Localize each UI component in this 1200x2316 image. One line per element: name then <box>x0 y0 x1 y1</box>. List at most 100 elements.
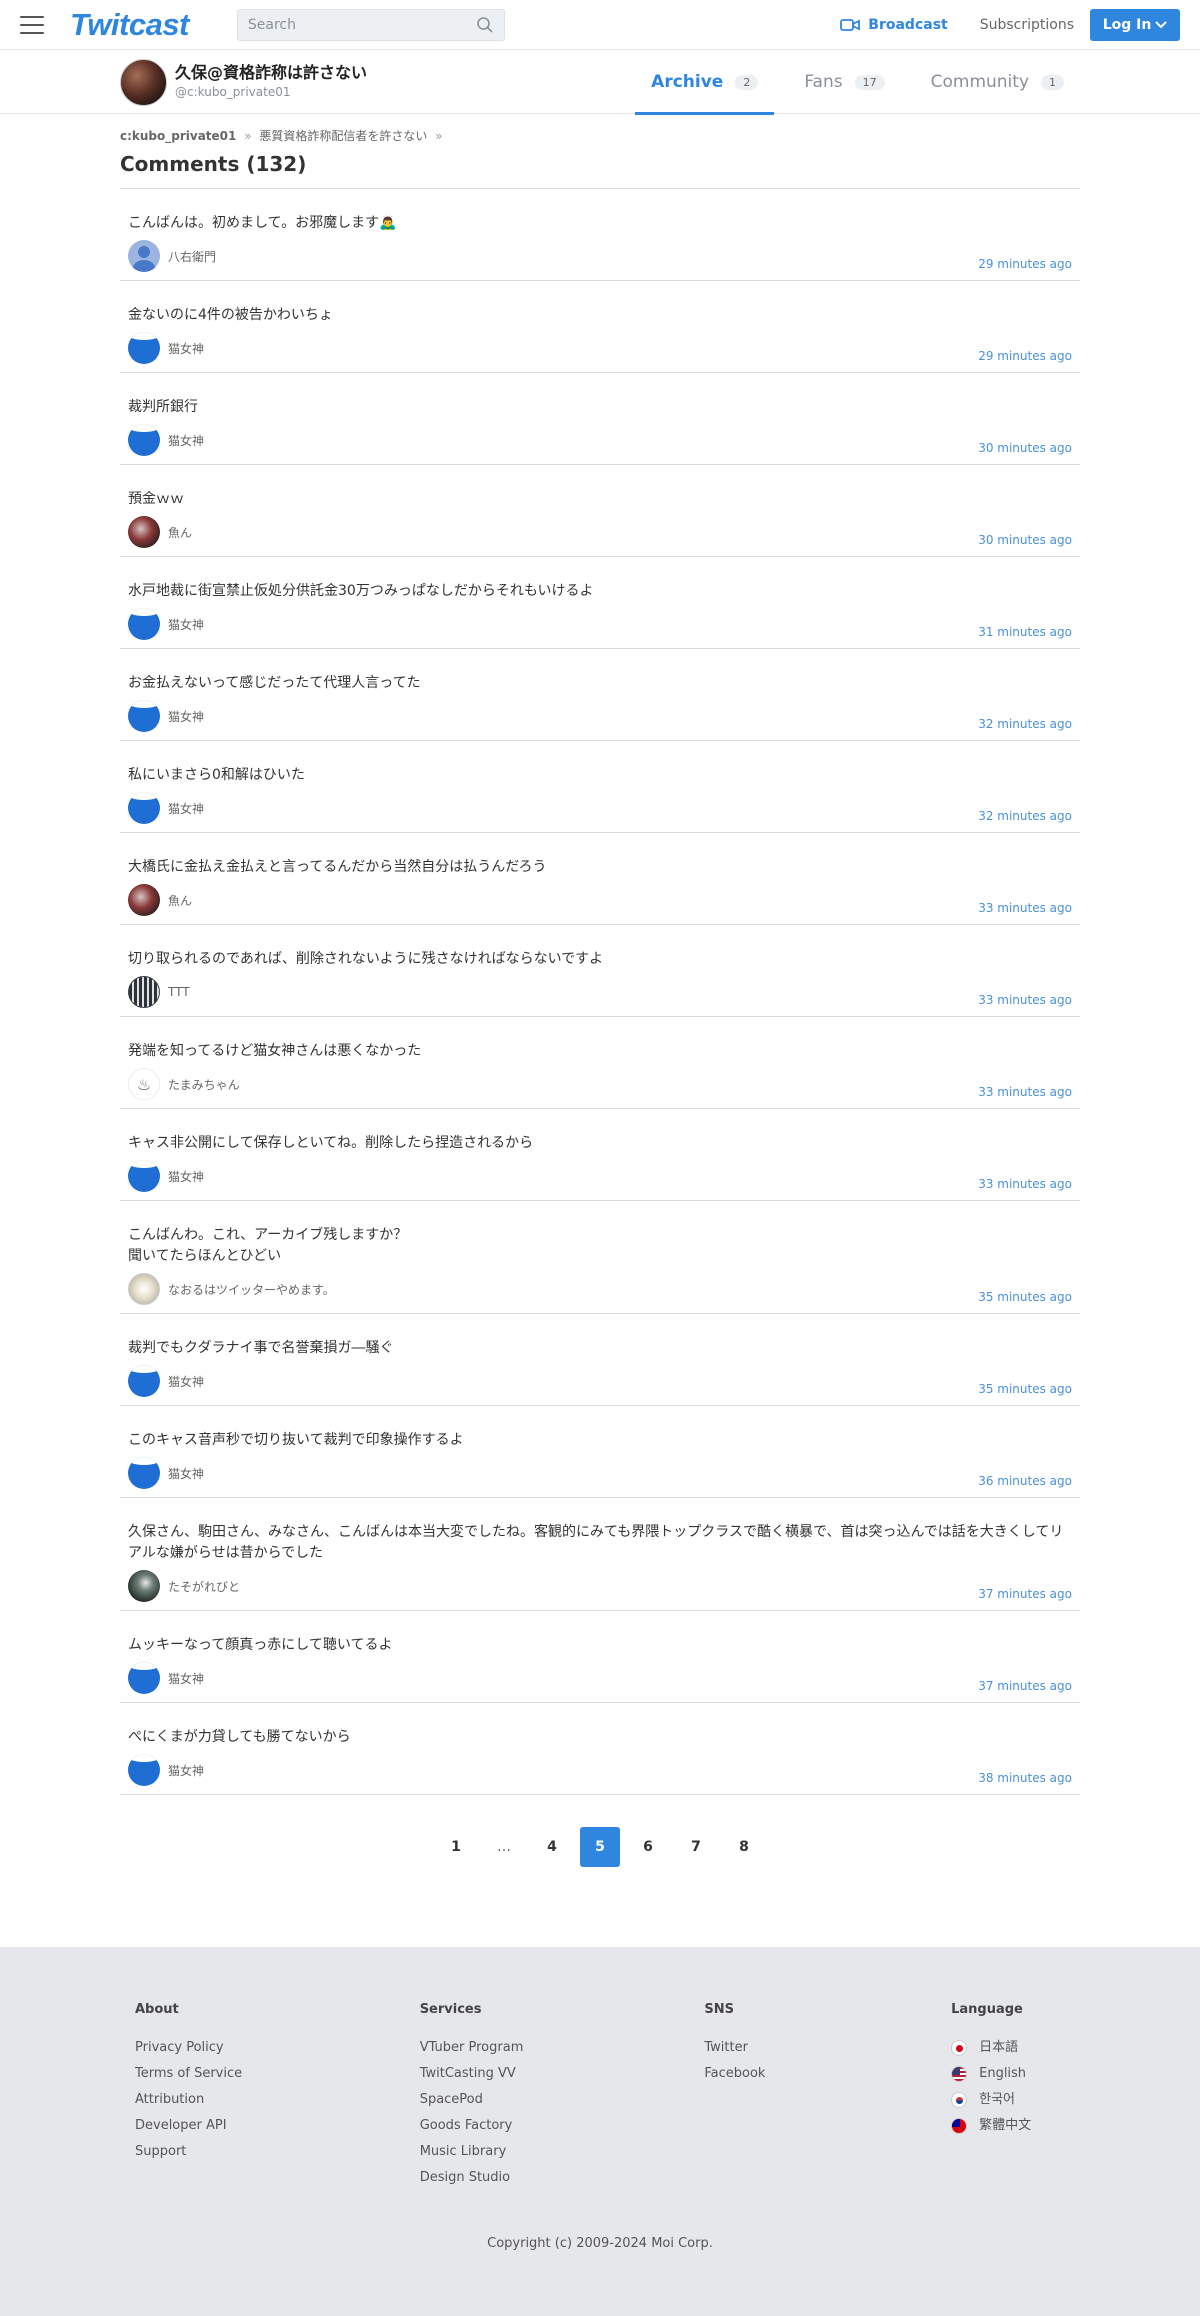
comment-avatar[interactable] <box>128 976 160 1008</box>
comment-timestamp[interactable]: 33 minutes ago <box>978 993 1072 1007</box>
comment-author[interactable]: 猫女神 <box>128 792 1072 824</box>
comment-author-name[interactable]: 猫女神 <box>168 616 204 633</box>
comment-author[interactable]: 猫女神 <box>128 424 1072 456</box>
comment-author[interactable]: 猫女神 <box>128 1160 1072 1192</box>
comment-avatar[interactable] <box>128 608 160 640</box>
comment-timestamp[interactable]: 30 minutes ago <box>978 533 1072 547</box>
comment-author-name[interactable]: 猫女神 <box>168 708 204 725</box>
footer-link-spacepod[interactable]: SpacePod <box>420 2087 705 2113</box>
comment-author[interactable]: 魚ん <box>128 884 1072 916</box>
comment-timestamp[interactable]: 36 minutes ago <box>978 1474 1072 1488</box>
comment-author-name[interactable]: 猫女神 <box>168 1373 204 1390</box>
comment-timestamp[interactable]: 33 minutes ago <box>978 1085 1072 1099</box>
footer-link-privacy-policy[interactable]: Privacy Policy <box>135 2035 420 2061</box>
comment-author[interactable]: 猫女神 <box>128 332 1072 364</box>
comment-author[interactable]: TTT <box>128 976 1072 1008</box>
profile-avatar[interactable] <box>120 58 167 106</box>
comment-author-name[interactable]: たそがれびと <box>168 1578 240 1595</box>
comment-author[interactable]: 猫女神 <box>128 1457 1072 1489</box>
logo[interactable]: Twitcast <box>70 7 189 43</box>
language-korean[interactable]: 한국어 <box>951 2087 1065 2113</box>
footer-link-goods-factory[interactable]: Goods Factory <box>420 2113 705 2139</box>
comment-avatar[interactable] <box>128 516 160 548</box>
profile-name[interactable]: 久保@資格詐称は許さない <box>175 63 367 83</box>
comment-author[interactable]: 魚ん <box>128 516 1072 548</box>
comment-author[interactable]: なおるはツイッターやめます。 <box>128 1273 1072 1305</box>
comment-timestamp[interactable]: 32 minutes ago <box>978 717 1072 731</box>
breadcrumb-user[interactable]: c:kubo_private01 <box>120 129 236 143</box>
comment-avatar[interactable] <box>128 1662 160 1694</box>
footer-link-music-library[interactable]: Music Library <box>420 2139 705 2165</box>
comment-avatar[interactable] <box>128 792 160 824</box>
footer-link-twitcasting-vv[interactable]: TwitCasting VV <box>420 2061 705 2087</box>
comment-avatar[interactable] <box>128 424 160 456</box>
comment-avatar[interactable] <box>128 1457 160 1489</box>
login-button[interactable]: Log In <box>1090 8 1180 41</box>
footer-link-vtuber-program[interactable]: VTuber Program <box>420 2035 705 2061</box>
comment-timestamp[interactable]: 29 minutes ago <box>978 257 1072 271</box>
comment-timestamp[interactable]: 38 minutes ago <box>978 1771 1072 1785</box>
hamburger-menu-icon[interactable] <box>20 15 44 34</box>
footer-link-support[interactable]: Support <box>135 2139 420 2165</box>
comment-avatar[interactable] <box>128 884 160 916</box>
comment-author-name[interactable]: 魚ん <box>168 892 192 909</box>
comment-author-name[interactable]: 猫女神 <box>168 800 204 817</box>
comment-author-name[interactable]: 猫女神 <box>168 1168 204 1185</box>
comment-author[interactable]: 猫女神 <box>128 700 1072 732</box>
footer-link-attribution[interactable]: Attribution <box>135 2087 420 2113</box>
comment-timestamp[interactable]: 35 minutes ago <box>978 1290 1072 1304</box>
comment-timestamp[interactable]: 30 minutes ago <box>978 441 1072 455</box>
page-button[interactable]: 1 <box>436 1827 476 1867</box>
page-button[interactable]: 6 <box>628 1827 668 1867</box>
comment-avatar[interactable] <box>128 1160 160 1192</box>
tab-archive[interactable]: Archive 2 <box>635 50 775 115</box>
language-traditional-chinese[interactable]: 繁體中文 <box>951 2113 1065 2139</box>
comment-avatar[interactable] <box>128 240 160 272</box>
comment-timestamp[interactable]: 32 minutes ago <box>978 809 1072 823</box>
page-button[interactable]: 5 <box>580 1827 620 1867</box>
comment-avatar[interactable] <box>128 700 160 732</box>
comment-avatar[interactable] <box>128 1273 160 1305</box>
tab-community[interactable]: Community 1 <box>915 50 1080 114</box>
language-japanese[interactable]: 日本語 <box>951 2035 1065 2061</box>
page-button[interactable]: 8 <box>724 1827 764 1867</box>
comment-timestamp[interactable]: 35 minutes ago <box>978 1382 1072 1396</box>
tab-fans[interactable]: Fans 17 <box>788 50 900 114</box>
subscriptions-link[interactable]: Subscriptions <box>980 17 1074 33</box>
comment-author-name[interactable]: なおるはツイッターやめます。 <box>168 1281 335 1298</box>
comment-avatar[interactable] <box>128 1365 160 1397</box>
comment-timestamp[interactable]: 29 minutes ago <box>978 349 1072 363</box>
comment-avatar[interactable] <box>128 332 160 364</box>
comment-author-name[interactable]: 猫女神 <box>168 1762 204 1779</box>
footer-link-twitter[interactable]: Twitter <box>704 2035 951 2061</box>
comment-author[interactable]: 猫女神 <box>128 1662 1072 1694</box>
comment-author-name[interactable]: 猫女神 <box>168 1670 204 1687</box>
comment-timestamp[interactable]: 33 minutes ago <box>978 901 1072 915</box>
comment-avatar[interactable]: ♨ <box>128 1068 160 1100</box>
comment-author-name[interactable]: たまみちゃん <box>168 1076 240 1093</box>
comment-author[interactable]: 八右衛門 <box>128 240 1072 272</box>
comment-author-name[interactable]: 猫女神 <box>168 1465 204 1482</box>
language-english[interactable]: English <box>951 2061 1065 2087</box>
search-icon[interactable] <box>476 16 494 34</box>
broadcast-button[interactable]: Broadcast <box>840 17 948 33</box>
comment-author-name[interactable]: 魚ん <box>168 524 192 541</box>
comment-author-name[interactable]: 猫女神 <box>168 432 204 449</box>
page-button[interactable]: 7 <box>676 1827 716 1867</box>
comment-author-name[interactable]: TTT <box>168 985 190 999</box>
footer-link-terms[interactable]: Terms of Service <box>135 2061 420 2087</box>
breadcrumb-movie[interactable]: 悪質資格詐称配信者を許さない <box>259 129 427 143</box>
comment-timestamp[interactable]: 31 minutes ago <box>978 625 1072 639</box>
footer-link-developer-api[interactable]: Developer API <box>135 2113 420 2139</box>
comment-avatar[interactable] <box>128 1570 160 1602</box>
comment-author[interactable]: 猫女神 <box>128 1754 1072 1786</box>
footer-link-design-studio[interactable]: Design Studio <box>420 2165 705 2191</box>
comment-timestamp[interactable]: 37 minutes ago <box>978 1587 1072 1601</box>
comment-author-name[interactable]: 八右衛門 <box>168 248 216 265</box>
comment-author[interactable]: 猫女神 <box>128 608 1072 640</box>
comment-author-name[interactable]: 猫女神 <box>168 340 204 357</box>
comment-author[interactable]: たそがれびと <box>128 1570 1072 1602</box>
page-button[interactable]: 4 <box>532 1827 572 1867</box>
comment-timestamp[interactable]: 33 minutes ago <box>978 1177 1072 1191</box>
search-input[interactable] <box>247 16 476 33</box>
